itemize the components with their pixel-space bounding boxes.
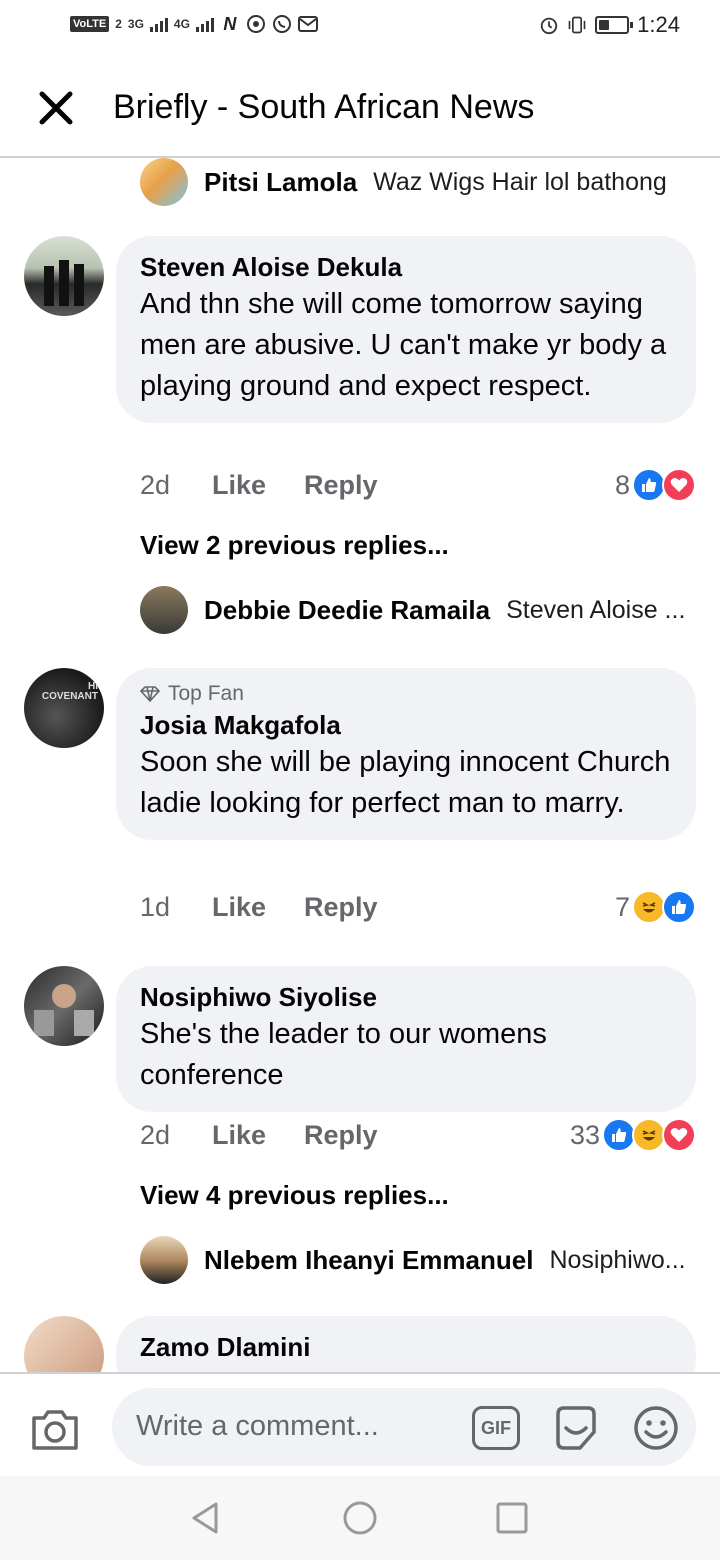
volte-indicator: VoLTE bbox=[70, 16, 110, 32]
avatar[interactable] bbox=[24, 966, 104, 1046]
reactions-summary[interactable]: 8 bbox=[615, 468, 696, 502]
comment-text: And thn she will come tomorrow saying me… bbox=[140, 288, 667, 402]
alarm-icon bbox=[539, 15, 559, 35]
avatar[interactable] bbox=[24, 236, 104, 316]
comment-time[interactable]: 2d bbox=[140, 470, 212, 501]
comment-author[interactable]: Steven Aloise Dekula bbox=[140, 250, 672, 284]
reply-text: Nosiphiwo... bbox=[549, 1245, 686, 1274]
diamond-icon bbox=[140, 686, 160, 702]
reply-author[interactable]: Nlebem Iheanyi Emmanuel bbox=[204, 1245, 533, 1276]
reply-preview[interactable]: Nlebem Iheanyi Emmanuel Nosiphiwo... bbox=[140, 1236, 686, 1284]
close-icon[interactable] bbox=[34, 86, 78, 130]
top-fan-badge: Top Fan bbox=[140, 682, 672, 706]
reply-preview-top[interactable]: Pitsi Lamola Waz Wigs Hair lol bathong bbox=[140, 158, 667, 206]
reply-author[interactable]: Pitsi Lamola bbox=[204, 167, 357, 198]
reply-text: Steven Aloise ... bbox=[506, 595, 686, 624]
avatar[interactable] bbox=[24, 1316, 104, 1372]
back-icon[interactable] bbox=[186, 1498, 226, 1538]
comment-author[interactable]: Zamo Dlamini bbox=[140, 1330, 672, 1364]
reply-button[interactable]: Reply bbox=[304, 1120, 378, 1151]
sticker-icon[interactable] bbox=[552, 1404, 600, 1452]
header: Briefly - South African News bbox=[0, 56, 720, 158]
mail-icon bbox=[297, 14, 318, 34]
gif-button[interactable]: GIF bbox=[472, 1406, 520, 1450]
like-button[interactable]: Like bbox=[212, 1120, 304, 1151]
comment-placeholder: Write a comment... bbox=[136, 1410, 379, 1442]
like-button[interactable]: Like bbox=[212, 892, 304, 923]
love-reaction-icon bbox=[662, 468, 696, 502]
vibrate-icon bbox=[567, 15, 587, 35]
nfc-icon: N bbox=[223, 13, 237, 34]
reply-button[interactable]: Reply bbox=[304, 892, 378, 923]
reaction-count: 8 bbox=[614, 469, 630, 500]
home-icon[interactable] bbox=[340, 1498, 380, 1538]
comment-actions: 2d Like Reply bbox=[140, 1120, 378, 1151]
like-reaction-icon bbox=[662, 890, 696, 924]
page-title: Briefly - South African News bbox=[113, 88, 535, 126]
reply-button[interactable]: Reply bbox=[304, 470, 378, 501]
comment-input[interactable]: Write a comment... GIF bbox=[112, 1388, 696, 1466]
badge-label: Top Fan bbox=[168, 682, 244, 705]
comment-actions: 2d Like Reply bbox=[140, 470, 378, 501]
network-type-2: 4G bbox=[173, 17, 190, 31]
comment-bubble[interactable]: Steven Aloise Dekula And thn she will co… bbox=[116, 236, 696, 423]
signal-bars-2-icon bbox=[195, 16, 214, 32]
signal-bars-1-icon bbox=[149, 16, 168, 32]
like-reaction-icon bbox=[602, 1118, 636, 1152]
comment-time[interactable]: 2d bbox=[140, 1120, 212, 1151]
reply-text: Waz Wigs Hair lol bathong bbox=[373, 167, 667, 196]
comment-bubble[interactable]: Top Fan Josia Makgafola Soon she will be… bbox=[116, 668, 696, 840]
like-button[interactable]: Like bbox=[212, 470, 304, 501]
avatar[interactable] bbox=[140, 158, 188, 206]
camera-icon[interactable] bbox=[30, 1406, 80, 1452]
comments-list[interactable]: Pitsi Lamola Waz Wigs Hair lol bathong S… bbox=[0, 158, 720, 1372]
battery-icon bbox=[595, 16, 634, 34]
view-previous-replies[interactable]: View 2 previous replies... bbox=[140, 530, 449, 561]
comment-actions: 1d Like Reply bbox=[140, 892, 378, 923]
avatar[interactable] bbox=[140, 586, 188, 634]
network-type-1: 3G bbox=[127, 17, 144, 31]
comment-text: She's the leader to our womens conferenc… bbox=[140, 1018, 547, 1091]
love-reaction-icon bbox=[662, 1118, 696, 1152]
comment-bubble[interactable]: Zamo Dlamini bbox=[116, 1316, 696, 1372]
haha-reaction-icon bbox=[632, 1118, 666, 1152]
like-reaction-icon bbox=[632, 468, 666, 502]
reaction-count: 7 bbox=[614, 891, 630, 922]
avatar[interactable]: HI COVENANT bbox=[24, 668, 104, 748]
reply-author[interactable]: Debbie Deedie Ramaila bbox=[204, 595, 490, 626]
reactions-summary[interactable]: 33 bbox=[570, 1118, 696, 1152]
status-bar: VoLTE 2 3G 4G N 1:24 bbox=[0, 0, 720, 56]
status-left: VoLTE 2 3G 4G N bbox=[70, 14, 318, 34]
emoji-icon[interactable] bbox=[632, 1404, 680, 1452]
reply-preview[interactable]: Debbie Deedie Ramaila Steven Aloise ... bbox=[140, 586, 685, 634]
avatar[interactable] bbox=[140, 1236, 188, 1284]
status-right: 1:24 bbox=[539, 12, 680, 38]
haha-reaction-icon bbox=[632, 890, 666, 924]
comment-time[interactable]: 1d bbox=[140, 892, 212, 923]
comment-author[interactable]: Josia Makgafola bbox=[140, 708, 672, 742]
reaction-count: 33 bbox=[569, 1119, 600, 1150]
clock: 1:24 bbox=[637, 12, 680, 37]
reactions-summary[interactable]: 7 bbox=[615, 890, 696, 924]
recents-icon[interactable] bbox=[492, 1498, 532, 1538]
avatar-text: HI COVENANT bbox=[41, 681, 98, 702]
soccer-ball-icon bbox=[246, 14, 266, 34]
comment-bubble[interactable]: Nosiphiwo Siyolise She's the leader to o… bbox=[116, 966, 696, 1112]
view-previous-replies[interactable]: View 4 previous replies... bbox=[140, 1180, 449, 1211]
sim-indicator: 2 bbox=[115, 17, 122, 31]
system-nav-bar bbox=[0, 1476, 720, 1560]
whatsapp-icon bbox=[272, 14, 292, 34]
comment-composer: Write a comment... GIF bbox=[0, 1372, 720, 1476]
comment-author[interactable]: Nosiphiwo Siyolise bbox=[140, 980, 672, 1014]
comment-text: Soon she will be playing innocent Church… bbox=[140, 746, 671, 819]
